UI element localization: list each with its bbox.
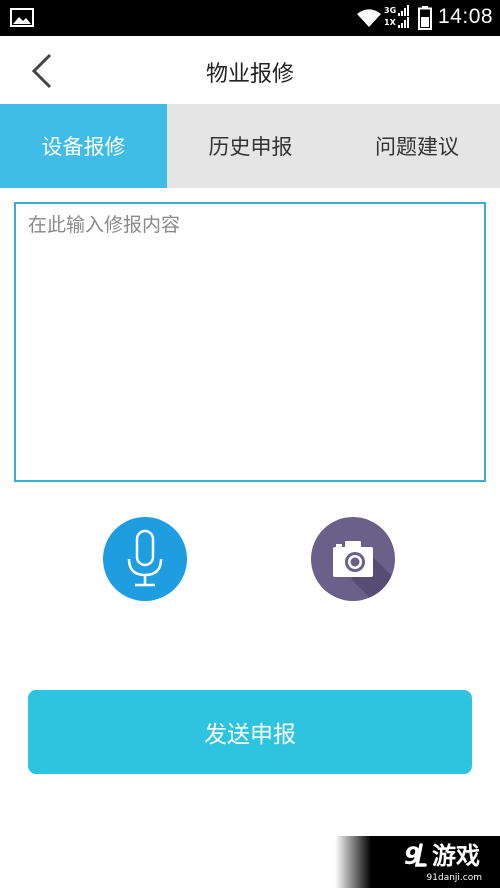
network-type-bottom: 1X xyxy=(384,18,396,27)
submit-report-button[interactable]: 发送申报 xyxy=(28,690,472,774)
wifi-icon xyxy=(357,9,381,27)
network-type-top: 3G xyxy=(384,6,397,15)
site-logo: 9 游戏 xyxy=(404,842,480,870)
watermark-url: 91danji.com xyxy=(426,873,482,883)
tab-bar: 设备报修 历史申报 问题建议 xyxy=(0,104,500,188)
gallery-icon xyxy=(10,8,34,27)
battery-icon xyxy=(418,6,432,30)
microphone-icon xyxy=(127,529,163,587)
svg-text:游戏: 游戏 xyxy=(432,842,480,870)
page-title: 物业报修 xyxy=(205,62,294,87)
camera-icon xyxy=(333,541,395,601)
title-bar: 物业报修 xyxy=(0,36,500,104)
signal-icon: 3G 1X xyxy=(384,5,412,31)
tab-history[interactable]: 历史申报 xyxy=(167,104,334,188)
repair-content-input[interactable] xyxy=(14,202,486,482)
clock: 14:08 xyxy=(438,5,494,28)
camera-button[interactable] xyxy=(311,517,395,601)
status-bar: 3G 1X 14:08 xyxy=(0,0,500,36)
tab-suggestions[interactable]: 问题建议 xyxy=(334,104,500,188)
tab-equipment-repair[interactable]: 设备报修 xyxy=(0,104,167,188)
voice-input-button[interactable] xyxy=(103,517,187,601)
